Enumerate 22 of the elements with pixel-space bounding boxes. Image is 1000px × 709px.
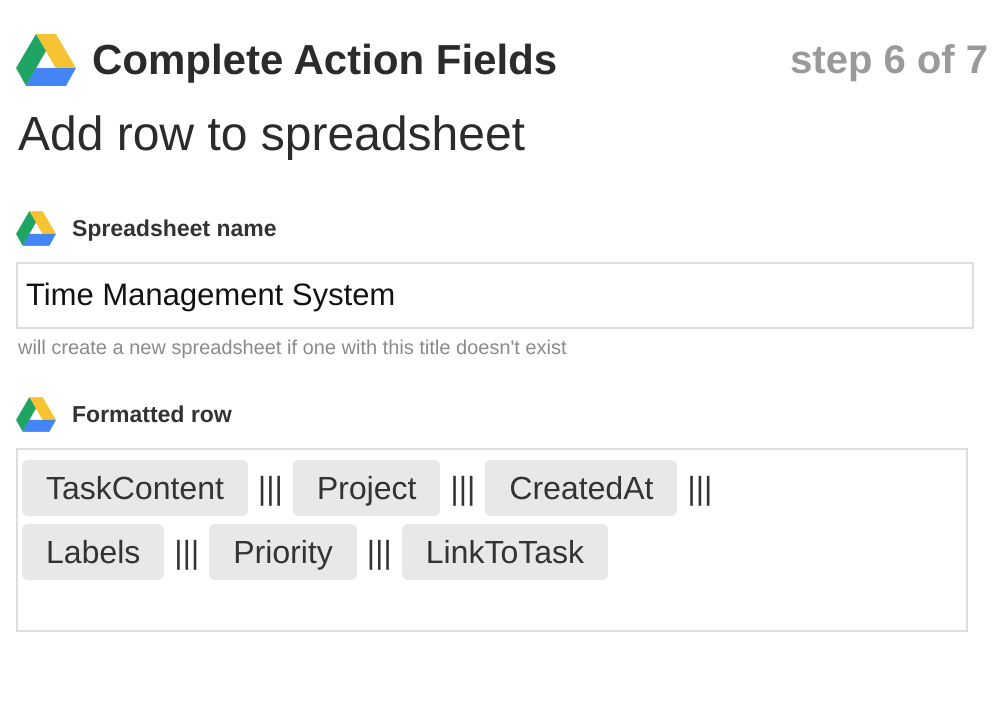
field-label: Formatted row <box>72 400 232 429</box>
drive-logo-icon <box>16 211 56 246</box>
drive-logo-icon <box>16 34 76 86</box>
drive-logo-icon <box>16 396 56 432</box>
input-field[interactable]: Time Management System <box>16 262 974 328</box>
field-token[interactable]: CreatedAt <box>485 460 678 516</box>
step-indicator: step 6 of 7 <box>790 36 988 84</box>
separator-text: ||| <box>174 532 200 572</box>
separator-text: ||| <box>366 532 392 572</box>
field-token[interactable]: LinkToTask <box>402 524 608 580</box>
field-label: Spreadsheet name <box>72 214 277 244</box>
separator-text: ||| <box>258 468 283 508</box>
page-title: Complete Action Fields <box>92 35 558 85</box>
action-title: Add row to spreadsheet <box>18 107 526 163</box>
separator-text: ||| <box>450 468 476 508</box>
field-token[interactable]: Labels <box>22 524 164 580</box>
field-token[interactable]: Priority <box>209 524 357 580</box>
field-token[interactable]: TaskContent <box>22 460 248 516</box>
separator-text: ||| <box>687 468 712 508</box>
field-token[interactable]: Project <box>292 460 440 516</box>
token-field[interactable]: TaskContent ||| Project ||| CreatedAt ||| Labels ||| Priority ||| LinkToTask <box>16 448 968 632</box>
field-hint: will create a new spreadsheet if one with this title doesn't exist <box>18 336 568 360</box>
